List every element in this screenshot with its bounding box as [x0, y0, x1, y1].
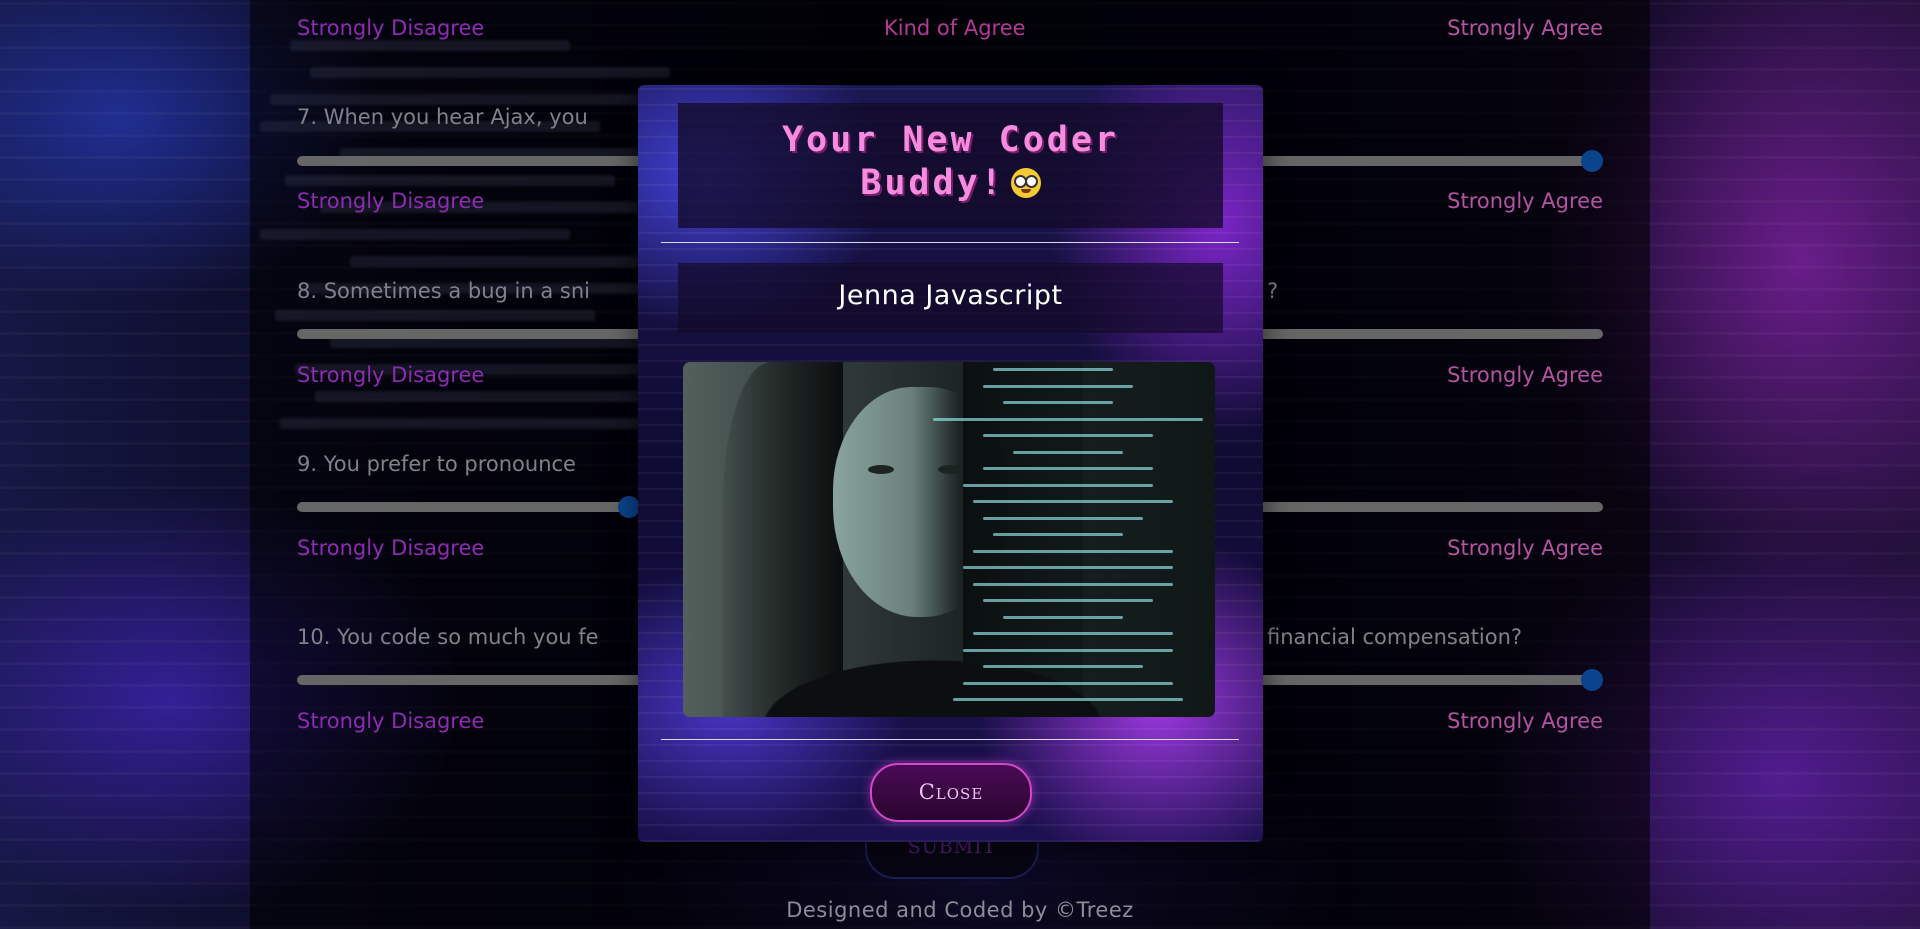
code-text-line — [993, 368, 1113, 371]
code-text-line — [983, 599, 1153, 602]
code-text-line — [1003, 615, 1123, 619]
modal-title-line2: Buddy! — [860, 163, 1005, 203]
code-text-line — [953, 698, 1183, 701]
code-text-line — [973, 632, 1173, 635]
code-text-line — [983, 434, 1153, 437]
code-text-line — [963, 681, 1173, 685]
code-text-line — [1013, 450, 1123, 454]
code-text-line — [933, 417, 1203, 421]
buddy-name: Jenna Javascript — [838, 280, 1063, 311]
code-text-line — [963, 566, 1173, 569]
code-text-line — [963, 648, 1173, 652]
divider — [661, 739, 1239, 740]
code-text-line — [973, 549, 1173, 553]
code-text-line — [973, 500, 1173, 503]
code-text-line — [983, 467, 1153, 470]
modal-title: Your New Coder Buddy! — [638, 119, 1263, 205]
nerd-face-emoji-icon — [1010, 168, 1041, 198]
code-text-line — [963, 483, 1153, 487]
divider — [661, 242, 1239, 243]
code-text-line — [983, 665, 1143, 668]
code-text-line — [983, 384, 1133, 388]
buddy-photo — [683, 362, 1215, 717]
code-text-line — [1003, 401, 1113, 404]
code-text-line — [983, 516, 1143, 520]
code-text-line — [973, 582, 1173, 586]
modal-title-line1: Your New Coder — [781, 120, 1119, 160]
code-overlay — [923, 362, 1213, 717]
code-text-line — [993, 533, 1123, 536]
close-button[interactable]: Close — [870, 763, 1032, 822]
result-modal: Your New Coder Buddy! Jenna Javascript C… — [638, 85, 1263, 842]
